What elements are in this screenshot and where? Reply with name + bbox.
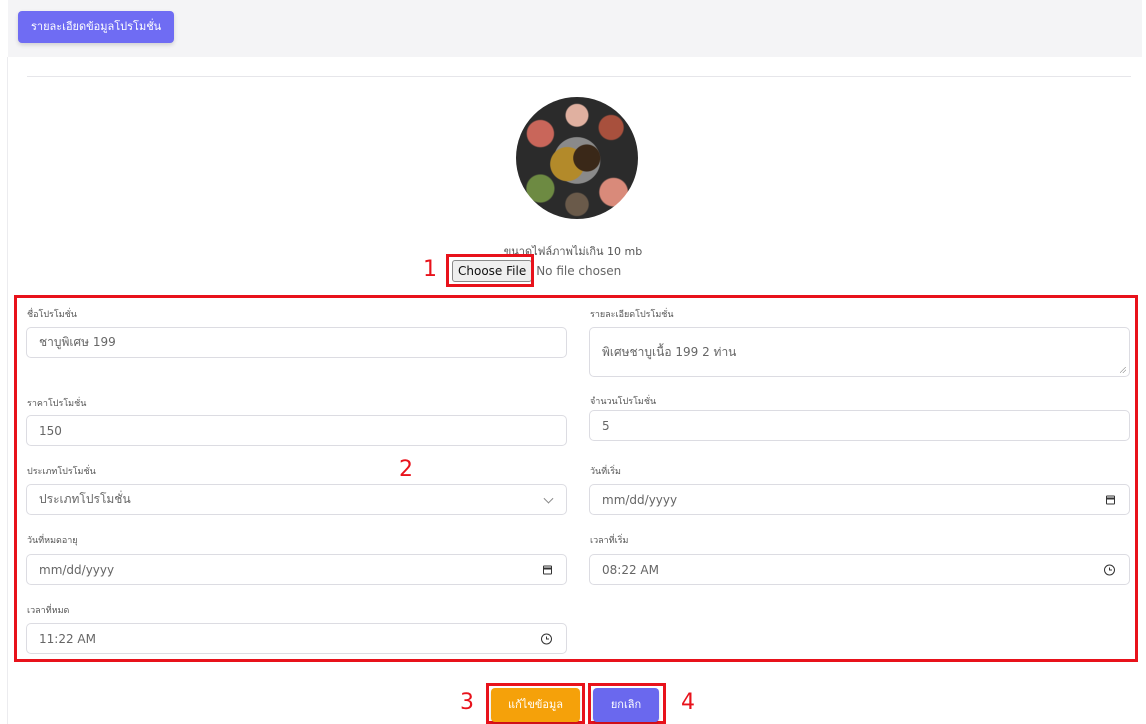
start-date-label: วันที่เริ่ม	[590, 467, 621, 477]
promotion-price-input[interactable]: 150	[26, 415, 567, 446]
start-time-value: 08:22 AM	[602, 562, 659, 577]
name-label: ชื่อโปรโมชั่น	[27, 310, 77, 320]
expire-date-input[interactable]: mm/dd/yyyy	[26, 554, 567, 585]
start-date-input[interactable]: mm/dd/yyyy	[589, 484, 1130, 515]
end-time-label: เวลาที่หมด	[27, 606, 70, 616]
promotion-price-value: 150	[39, 423, 62, 438]
edit-button[interactable]: แก้ไขข้อมูล	[491, 688, 580, 722]
start-time-input[interactable]: 08:22 AM	[589, 554, 1130, 585]
end-time-input[interactable]: 11:22 AM	[26, 623, 567, 654]
price-label: ราคาโปรโมชั่น	[27, 399, 87, 409]
annotation-label-1: 1	[423, 257, 437, 282]
promotion-quantity-input[interactable]: 5	[589, 410, 1130, 441]
no-file-text: No file chosen	[536, 264, 622, 278]
promotion-name-value: ชาบูพิเศษ 199	[39, 335, 116, 349]
resize-handle-icon[interactable]	[1120, 367, 1126, 373]
calendar-icon[interactable]	[543, 565, 552, 574]
calendar-icon[interactable]	[1106, 495, 1115, 504]
quantity-label: จำนวนโปรโมชั่น	[590, 397, 657, 407]
promotion-detail-value: พิเศษชาบูเนื้อ 199 2 ท่าน	[602, 345, 737, 359]
start-date-value: mm/dd/yyyy	[602, 492, 678, 507]
content-border	[7, 57, 8, 724]
annotation-label-2: 2	[399, 457, 413, 482]
page-title: รายละเอียดข้อมูลโปรโมชั่น	[18, 11, 175, 43]
annotation-label-3: 3	[460, 690, 474, 715]
expire-date-value: mm/dd/yyyy	[39, 562, 115, 577]
chevron-down-icon	[543, 493, 554, 504]
promotion-type-selected: ประเภทโปรโมชั่น	[39, 492, 131, 506]
clock-icon[interactable]	[541, 633, 552, 644]
header-bar: รายละเอียดข้อมูลโปรโมชั่น	[8, 0, 1142, 57]
type-label: ประเภทโปรโมชั่น	[27, 467, 96, 477]
clock-icon[interactable]	[1104, 564, 1115, 575]
cancel-button[interactable]: ยกเลิก	[593, 688, 659, 722]
annotation-box-1	[446, 254, 534, 287]
promotion-image	[516, 97, 638, 219]
divider	[27, 76, 1131, 77]
promotion-quantity-value: 5	[602, 418, 610, 433]
expire-date-label: วันที่หมดอายุ	[27, 536, 78, 546]
promotion-name-input[interactable]: ชาบูพิเศษ 199	[26, 327, 567, 358]
promotion-type-select[interactable]: ประเภทโปรโมชั่น	[26, 484, 567, 515]
detail-label: รายละเอียดโปรโมชั่น	[590, 310, 674, 320]
annotation-label-4: 4	[681, 690, 695, 715]
start-time-label: เวลาที่เริ่ม	[590, 536, 629, 546]
file-size-note: ขนาดไฟล์ภาพไม่เกิน 10 mb	[503, 245, 643, 258]
promotion-detail-textarea[interactable]: พิเศษชาบูเนื้อ 199 2 ท่าน	[589, 327, 1130, 377]
end-time-value: 11:22 AM	[39, 631, 96, 646]
